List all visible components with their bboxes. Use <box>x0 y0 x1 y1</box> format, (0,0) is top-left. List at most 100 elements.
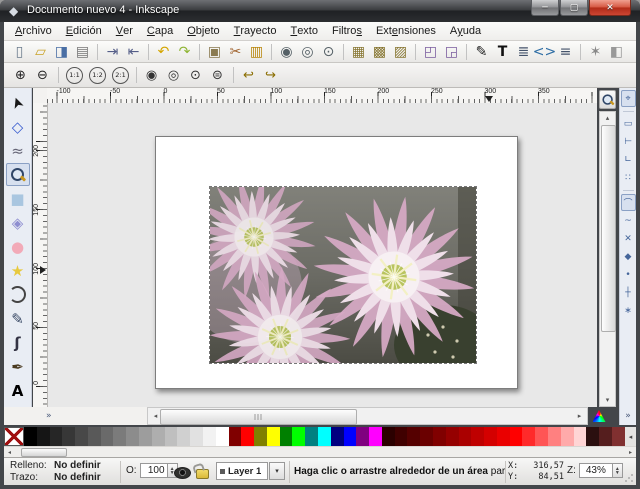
palette-swatch[interactable] <box>229 427 242 446</box>
canvas[interactable] <box>48 103 597 407</box>
align-dialog-icon[interactable]: ≡ <box>555 41 576 62</box>
calligraphy-tool[interactable]: ✒ <box>6 355 30 378</box>
palette-swatch[interactable] <box>407 427 420 446</box>
snap-smooth-node[interactable]: • <box>621 266 636 283</box>
layer-lock-icon[interactable] <box>196 469 209 479</box>
open-document-icon[interactable]: ▱ <box>30 41 51 62</box>
zoom-1-2-icon[interactable]: 1:2 <box>89 67 106 84</box>
snap-nodes[interactable]: ⌒ <box>621 194 636 211</box>
snap-toolbar-overflow[interactable]: » <box>619 407 636 425</box>
palette-swatch[interactable] <box>62 427 75 446</box>
vertical-scrollbar[interactable]: ▴ ▾ <box>599 111 616 407</box>
flower-photo-image[interactable] <box>209 186 477 364</box>
snap-cusp-node[interactable]: ◆ <box>621 248 636 265</box>
text-tool[interactable]: A <box>6 379 30 402</box>
palette-swatch[interactable] <box>113 427 126 446</box>
palette-swatch[interactable] <box>305 427 318 446</box>
zoom-spinner[interactable]: ▲▼ <box>613 463 623 478</box>
pencil-tool[interactable]: ✎ <box>6 307 30 330</box>
snap-midpoint[interactable]: ┼ <box>621 284 636 301</box>
zoom-page-icon[interactable]: ⊙ <box>318 41 339 62</box>
text-dialog-icon[interactable]: T <box>492 41 513 62</box>
palette-swatch[interactable] <box>267 427 280 446</box>
zoom-selection-icon[interactable]: ◉ <box>276 41 297 62</box>
palette-swatch[interactable] <box>433 427 446 446</box>
zoom-fit-drawing-icon[interactable]: ◎ <box>163 65 184 86</box>
horizontal-scrollbar[interactable]: ◂ ▸ <box>147 407 588 425</box>
palette-swatch[interactable] <box>177 427 190 446</box>
palette-swatch[interactable] <box>241 427 254 446</box>
scroll-right-arrow[interactable]: ▸ <box>572 410 587 422</box>
menu-ver[interactable]: Ver <box>109 22 140 40</box>
sticky-zoom-button[interactable] <box>599 90 616 109</box>
palette-swatch[interactable] <box>561 427 574 446</box>
palette-swatch[interactable] <box>459 427 472 446</box>
preferences-icon[interactable]: ✶ <box>585 41 606 62</box>
menu-filtros[interactable]: Filtros <box>325 22 369 40</box>
opacity-input[interactable]: 100 <box>140 463 168 478</box>
palette-swatch[interactable] <box>344 427 357 446</box>
layer-visibility-eye-icon[interactable] <box>174 467 191 479</box>
no-color-swatch[interactable] <box>4 427 24 446</box>
snap-bbox[interactable]: ▭ <box>621 115 636 132</box>
palette-swatch[interactable] <box>254 427 267 446</box>
menu-texto[interactable]: Texto <box>283 22 325 40</box>
snap-bbox-center[interactable]: ∷ <box>621 169 636 186</box>
zoom-tool[interactable] <box>6 163 30 186</box>
document-properties-icon[interactable]: ◧ <box>606 41 627 62</box>
snap-path[interactable]: ~ <box>621 212 636 229</box>
fill-value[interactable]: No definir <box>54 460 101 472</box>
palette-swatch[interactable] <box>548 427 561 446</box>
snap-bbox-corner[interactable]: ∟ <box>621 151 636 168</box>
vertical-scroll-thumb[interactable] <box>601 125 616 332</box>
palette-swatch[interactable] <box>139 427 152 446</box>
ungroup-icon[interactable]: ◲ <box>441 41 462 62</box>
palette-swatch[interactable] <box>37 427 50 446</box>
save-document-icon[interactable]: ◨ <box>51 41 72 62</box>
palette-swatch[interactable] <box>24 427 37 446</box>
redo-icon[interactable]: ↷ <box>174 41 195 62</box>
palette-swatch[interactable] <box>586 427 599 446</box>
palette-swatch[interactable] <box>612 427 625 446</box>
unlink-clone-icon[interactable]: ▨ <box>390 41 411 62</box>
copy-icon[interactable]: ▣ <box>204 41 225 62</box>
palette-swatch[interactable] <box>420 427 433 446</box>
palette-swatch[interactable] <box>280 427 293 446</box>
palette-swatch[interactable] <box>318 427 331 446</box>
layer-selector[interactable]: Layer 1 <box>216 462 268 480</box>
rectangle-tool[interactable]: ■ <box>6 187 30 210</box>
box-3d-tool[interactable]: ◈ <box>6 211 30 234</box>
ellipse-tool[interactable]: ● <box>6 235 30 258</box>
xml-editor-icon[interactable]: <> <box>534 41 555 62</box>
zoom-previous-icon[interactable]: ↩ <box>238 65 259 86</box>
layer-dropdown-button[interactable]: ▾ <box>269 462 285 480</box>
stroke-value[interactable]: No definir <box>54 472 101 484</box>
palette-swatch[interactable] <box>446 427 459 446</box>
undo-icon[interactable]: ↶ <box>153 41 174 62</box>
palette-swatch[interactable] <box>101 427 114 446</box>
title-bar[interactable]: ◆ Documento nuevo 4 - Inkscape ─ ▢ ✕ <box>0 0 640 22</box>
menu-ayuda[interactable]: Ayuda <box>443 22 488 40</box>
snap-enable[interactable]: ⌖ <box>621 90 636 107</box>
palette-swatch[interactable] <box>88 427 101 446</box>
minimize-button[interactable]: ─ <box>531 0 559 16</box>
zoom-drawing-icon[interactable]: ◎ <box>297 41 318 62</box>
node-tool[interactable]: ◇ <box>6 115 30 138</box>
cut-icon[interactable]: ✂ <box>225 41 246 62</box>
palette-swatch[interactable] <box>75 427 88 446</box>
scroll-down-arrow[interactable]: ▾ <box>600 394 615 406</box>
resize-grip[interactable] <box>624 473 634 483</box>
palette-swatch[interactable] <box>599 427 612 446</box>
palette-swatch[interactable] <box>165 427 178 446</box>
palette-swatch[interactable] <box>369 427 382 446</box>
zoom-2-1-icon[interactable]: 2:1 <box>112 67 129 84</box>
palette-swatch[interactable] <box>292 427 305 446</box>
palette-swatch[interactable] <box>574 427 587 446</box>
palette-swatch[interactable] <box>484 427 497 446</box>
layers-dialog-icon[interactable]: ≣ <box>513 41 534 62</box>
tool-palette-overflow[interactable]: » <box>4 407 147 425</box>
palette-scroll-right-arrow[interactable]: ▸ <box>625 448 636 457</box>
palette-swatch[interactable] <box>510 427 523 446</box>
palette-swatch[interactable] <box>522 427 535 446</box>
palette-scroll-right[interactable]: ◂ <box>625 427 636 446</box>
